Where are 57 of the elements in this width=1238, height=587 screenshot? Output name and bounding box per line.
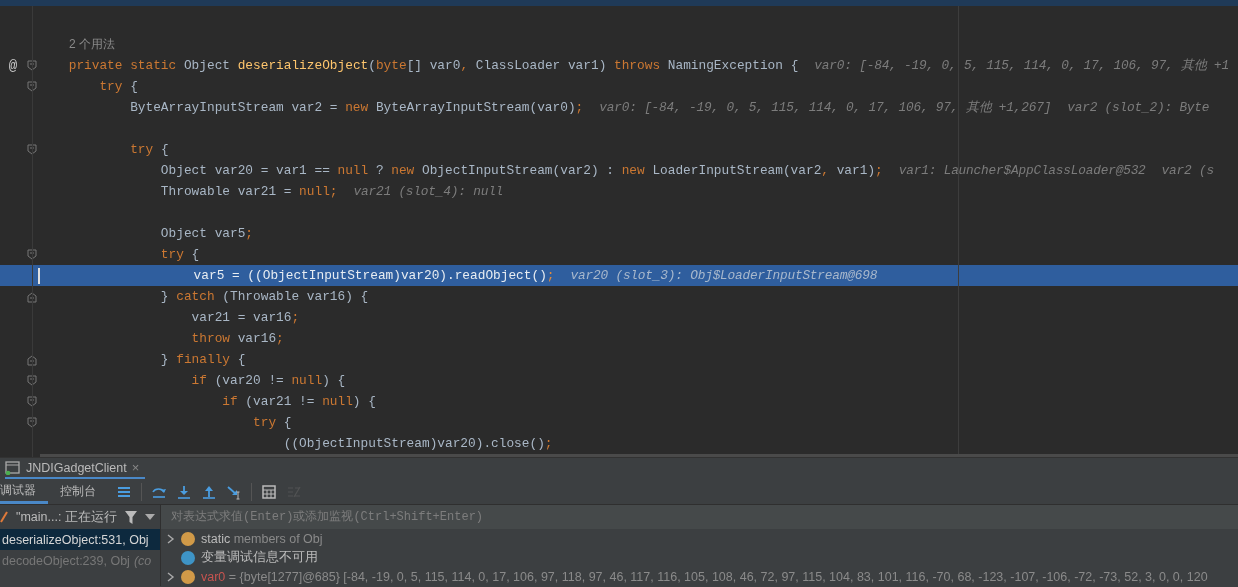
window-icon [5, 460, 21, 475]
inline-value-hint: var20 (slot_3): Obj$LoaderInputStream@698 [570, 268, 878, 283]
code-text: if (var20 != null) { [190, 373, 346, 388]
session-tab[interactable]: JNDIGadgetClient × [5, 458, 146, 479]
calculator-icon[interactable] [261, 483, 277, 500]
code-text: try { [252, 415, 292, 430]
usage-count[interactable]: 2 个用法 [38, 36, 115, 53]
code-text: try { [129, 142, 169, 157]
thread-selector[interactable]: "main...: 正在运行 [16, 508, 117, 526]
inline-value-hint: var1: Launcher$AppClassLoader@532 [898, 163, 1146, 178]
variable-value: var0 = {byte[1277]@685} [-84, -19, 0, 5, 115, 114, 0, 17, 106, 97, 118, 97, 46, 117, 116, 105, 108, 46, 72, 97, 115, 104, 83, 101, 116, -70, 68, -123, -107, -106, -72, -73, 52, 3, 0, 0, 120 [201, 569, 1208, 584]
inline-value-hint: var2 (slot_2): Byte [1067, 100, 1210, 115]
fold-icon[interactable] [27, 395, 37, 408]
override-marker: @ [8, 57, 18, 74]
code-text: Throwable var21 = null; [159, 184, 338, 199]
fold-icon[interactable] [27, 59, 37, 72]
code-text: var5 = ((ObjectInputStream)var20).readObject(); [192, 268, 555, 283]
info-icon [181, 550, 195, 565]
code-text: Object var20 = var1 == null ? new ObjectInputStream(var2) : new LoaderInputStream(var2, var1); [159, 163, 883, 178]
chevron-right-icon[interactable] [167, 533, 175, 544]
fold-icon[interactable] [27, 290, 37, 303]
text-caret [38, 267, 40, 284]
inline-value-hint: var0: [-84, -19, 0, 5, 115, 114, 0, 17, 106, 97, 其他 +1 [814, 57, 1229, 74]
fold-icon[interactable] [27, 374, 37, 387]
step-into-icon[interactable] [176, 483, 192, 500]
info-message: 变量调试信息不可用 [201, 549, 318, 566]
code-text: Object var5; [159, 226, 254, 241]
fold-icon[interactable] [27, 416, 37, 429]
code-text: try { [98, 79, 138, 94]
code-text: if (var21 != null) { [221, 394, 376, 409]
panel-tab[interactable]: 调试器 [0, 479, 48, 504]
filter-icon[interactable] [124, 510, 137, 524]
code-text: var21 = var16; [190, 310, 300, 325]
static-badge-icon [181, 531, 195, 546]
code-text: ((ObjectInputStream)var20).close(); [282, 436, 553, 451]
dropdown-caret-icon[interactable] [144, 514, 155, 520]
fold-icon[interactable] [27, 143, 37, 156]
code-text: throw var16; [190, 331, 284, 346]
chevron-right-icon[interactable] [167, 571, 175, 582]
code-text: } catch (Throwable var16) { [159, 289, 369, 304]
code-text: private static Object deserializeObject(byte[] var0, ClassLoader var1) throws NamingException { [67, 58, 799, 73]
run-to-cursor-icon[interactable] [226, 483, 242, 500]
stack-frame[interactable]: deserializeObject:531, Obj [0, 529, 160, 550]
inline-value-hint: var2 (s [1161, 163, 1214, 178]
session-title: JNDIGadgetClient [26, 460, 127, 475]
variable-label: static members of Obj [201, 531, 323, 546]
code-text: } finally { [159, 352, 246, 367]
panel-tab[interactable]: 控制台 [48, 479, 108, 504]
fold-icon[interactable] [27, 80, 37, 93]
code-text: ByteArrayInputStream var2 = new ByteArrayInputStream(var0); [129, 100, 584, 115]
inline-value-hint: var21 (slot_4): null [353, 184, 504, 199]
fold-icon[interactable] [27, 353, 37, 366]
inline-value-hint: var0: [-84, -19, 0, 5, 115, 114, 0, 17, 106, 97, 其他 +1,267] [599, 99, 1052, 116]
parameter-badge-icon [181, 569, 195, 584]
code-text: try { [159, 247, 200, 262]
fold-icon[interactable] [27, 248, 37, 261]
close-icon[interactable]: × [131, 460, 140, 475]
